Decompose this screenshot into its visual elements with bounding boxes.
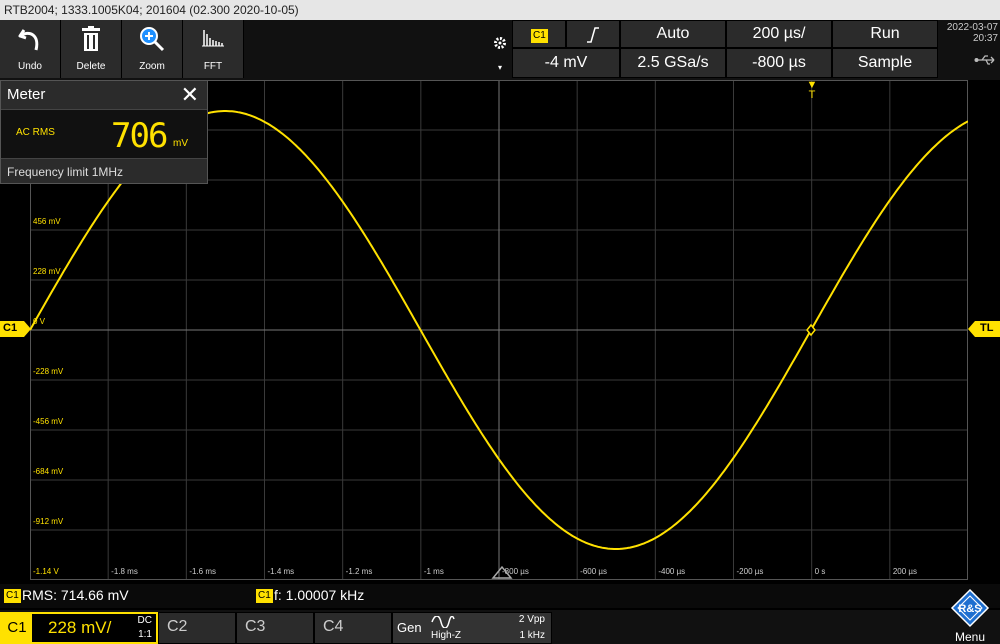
meter-panel: Meter ✕ AC RMS 706 mV Frequency limit 1M… xyxy=(0,80,208,184)
trigger-mode[interactable]: Auto xyxy=(620,20,726,48)
x-tick-label: -1.8 ms xyxy=(111,567,138,576)
rising-edge-icon xyxy=(587,27,599,43)
y-tick-label: -228 mV xyxy=(33,367,64,376)
meter-readout: AC RMS 706 mV xyxy=(1,109,207,159)
fft-button[interactable]: FFT xyxy=(183,20,244,78)
menu-label: Menu xyxy=(954,630,986,644)
delete-label: Delete xyxy=(76,61,106,72)
timebase[interactable]: 200 µs/ xyxy=(726,20,832,48)
y-tick-label: 456 mV xyxy=(33,217,61,226)
timebase-value: 200 µs/ xyxy=(752,25,806,42)
y-tick-label: -1.14 V xyxy=(33,567,59,576)
generator-label: Gen xyxy=(397,620,422,635)
rohde-schwarz-logo-icon: R&S xyxy=(950,588,990,628)
x-tick-label: -1 ms xyxy=(424,567,444,576)
trigger-level[interactable]: -4 mV xyxy=(512,48,620,78)
chevron-down-icon: ▾ xyxy=(497,63,502,72)
trigger-channel-tag: C1 xyxy=(531,29,548,43)
ch1-probe: 1:1 xyxy=(138,629,152,640)
ch1-offset-label: C1 xyxy=(3,322,18,334)
generator-frequency: 1 kHz xyxy=(519,630,545,641)
trigger-mode-value: Auto xyxy=(656,25,690,42)
clock-date: 2022-03-07 xyxy=(946,22,998,33)
zoom-button[interactable]: Zoom xyxy=(122,20,183,78)
ch1-label: C1 xyxy=(2,614,32,642)
y-tick-label: -912 mV xyxy=(33,517,64,526)
run-stop[interactable]: Run xyxy=(832,20,938,48)
x-tick-label: -600 µs xyxy=(580,567,607,576)
y-tick-label: 228 mV xyxy=(33,267,61,276)
menu-button[interactable]: R&S Menu xyxy=(940,588,1000,644)
x-tick-label: -1.2 ms xyxy=(346,567,373,576)
trigger-slope[interactable] xyxy=(566,20,620,48)
meter-value: 706 xyxy=(111,116,168,156)
ch2-label: C2 xyxy=(167,618,188,635)
fft-label: FFT xyxy=(203,61,223,72)
undo-button[interactable]: Undo xyxy=(0,20,61,78)
meter-mode: AC RMS xyxy=(16,127,55,138)
horizontal-position-value: -800 µs xyxy=(752,54,806,71)
gear-icon xyxy=(494,37,506,49)
zoom-label: Zoom xyxy=(139,61,165,72)
svg-text:R&S: R&S xyxy=(958,603,981,615)
acquisition-mode-value: Sample xyxy=(857,54,913,71)
trigger-source[interactable]: C1 xyxy=(512,20,566,48)
ch2-button[interactable]: C2 xyxy=(158,612,236,644)
x-tick-label: -400 µs xyxy=(658,567,685,576)
generator-amplitude: 2 Vpp xyxy=(518,614,545,625)
freq-channel-tag: C1 xyxy=(256,589,273,603)
meter-frequency-limit: Frequency limit 1MHz xyxy=(7,165,124,179)
sine-wave-icon xyxy=(431,616,455,628)
run-state-value: Run xyxy=(870,25,900,42)
x-tick-label: -200 µs xyxy=(737,567,764,576)
trigger-level-label: TL xyxy=(980,322,994,334)
zoom-icon xyxy=(140,27,165,52)
undo-label: Undo xyxy=(18,61,42,72)
frequency-measurement[interactable]: f: 1.00007 kHz xyxy=(274,587,364,603)
ch1-scale: 228 mV/ xyxy=(48,618,112,637)
x-tick-label: 0 s xyxy=(815,567,826,576)
ch1-settings[interactable]: C1 228 mV/ DC 1:1 xyxy=(0,612,158,644)
close-icon[interactable]: ✕ xyxy=(181,82,199,108)
x-tick-label: 200 µs xyxy=(893,567,917,576)
clock: 2022-03-07 20:37 xyxy=(940,20,998,80)
delete-button[interactable]: Delete xyxy=(61,20,122,78)
instrument-id: RTB2004; 1333.1005K04; 201604 (02.300 20… xyxy=(4,3,299,17)
trigger-time-label: T xyxy=(808,89,816,101)
measurement-bar: C1 RMS: 714.66 mV C1 f: 1.00007 kHz xyxy=(0,584,1000,608)
y-axis-labels: 456 mV228 mV0 V-228 mV-456 mV-684 mV-912… xyxy=(33,217,64,576)
usb-icon xyxy=(974,55,995,65)
horizontal-position[interactable]: -800 µs xyxy=(726,48,832,78)
fft-icon xyxy=(202,30,224,47)
generator-settings[interactable]: Gen High-Z 2 Vpp 1 kHz xyxy=(392,612,552,644)
rms-measurement[interactable]: RMS: 714.66 mV xyxy=(22,587,129,603)
y-tick-label: -684 mV xyxy=(33,467,64,476)
generator-impedance: High-Z xyxy=(431,630,462,641)
settings-button[interactable]: ▾ xyxy=(490,36,510,76)
meter-unit: mV xyxy=(173,138,188,149)
x-tick-label: -1.6 ms xyxy=(189,567,216,576)
ch4-label: C4 xyxy=(323,618,344,635)
clock-time: 20:37 xyxy=(972,33,998,44)
acquisition-mode[interactable]: Sample xyxy=(832,48,938,78)
trash-icon xyxy=(82,26,100,51)
rms-channel-tag: C1 xyxy=(4,589,21,603)
trigger-time-marker[interactable]: ▼ T xyxy=(804,80,820,102)
sample-rate[interactable]: 2.5 GSa/s xyxy=(620,48,726,78)
ch3-button[interactable]: C3 xyxy=(236,612,314,644)
x-axis-labels: -1.8 ms -1.6 ms -1.4 ms -1.2 ms -1 ms -800 µs… xyxy=(111,567,917,576)
ch4-button[interactable]: C4 xyxy=(314,612,392,644)
x-tick-label: -1.4 ms xyxy=(268,567,295,576)
title-bar: RTB2004; 1333.1005K04; 201604 (02.300 20… xyxy=(0,0,1000,20)
sample-rate-value: 2.5 GSa/s xyxy=(637,54,709,71)
undo-icon xyxy=(18,29,39,51)
trigger-level-value: -4 mV xyxy=(544,54,588,71)
y-tick-label: -456 mV xyxy=(33,417,64,426)
meter-title: Meter xyxy=(7,86,46,103)
ch3-label: C3 xyxy=(245,618,266,635)
ch1-coupling: DC xyxy=(137,615,152,626)
